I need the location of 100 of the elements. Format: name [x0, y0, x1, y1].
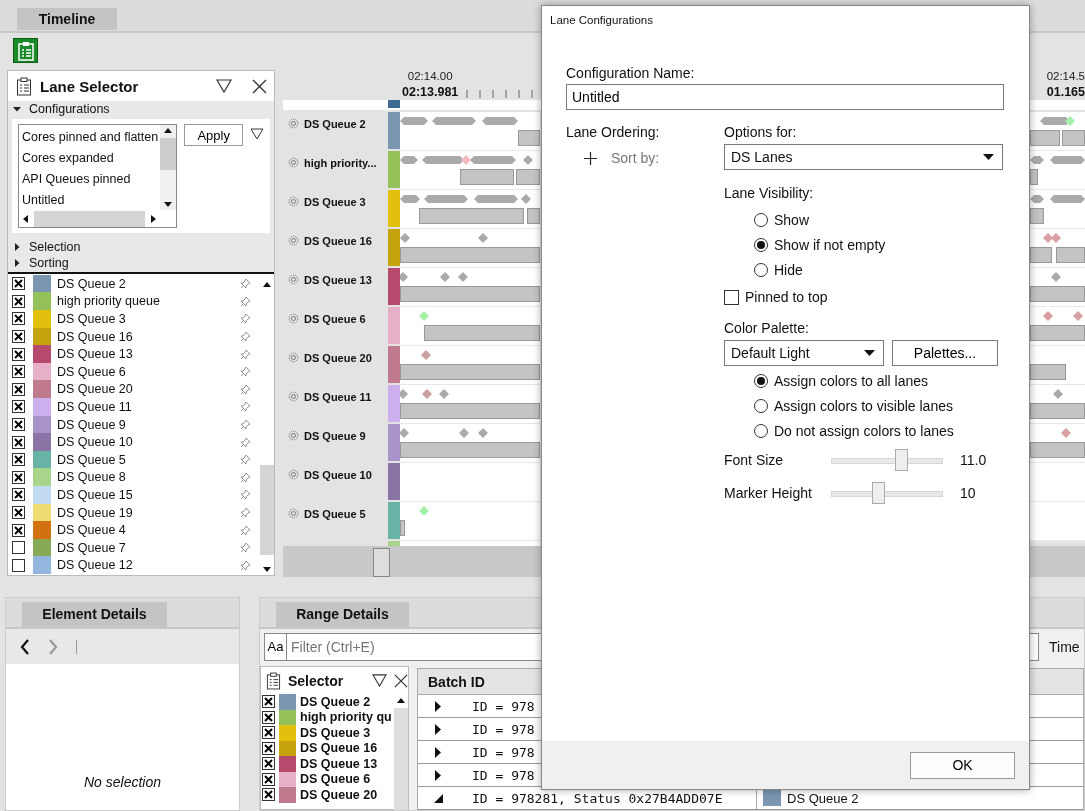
lane-label[interactable]: DS Queue 6: [304, 312, 366, 325]
pin-icon[interactable]: [240, 507, 251, 518]
pin-icon[interactable]: [240, 366, 251, 378]
add-icon[interactable]: [584, 151, 597, 165]
radio-option[interactable]: Do not assign colors to lanes: [754, 418, 1004, 443]
scrollbar[interactable]: [160, 125, 177, 210]
lane-name[interactable]: DS Queue 19: [57, 505, 240, 520]
lane-name[interactable]: DS Queue 4: [57, 523, 240, 538]
filter-icon[interactable]: [372, 674, 387, 687]
lane-checkbox[interactable]: [12, 382, 25, 396]
lane-label[interactable]: DS Queue 10: [304, 468, 372, 481]
lane-checkbox[interactable]: [12, 365, 25, 379]
slider-thumb[interactable]: [895, 448, 909, 471]
scroll-left-icon[interactable]: [23, 214, 28, 223]
lane-name[interactable]: DS Queue 10: [57, 435, 240, 450]
lane-checkbox[interactable]: [12, 523, 25, 537]
pin-icon[interactable]: [240, 542, 251, 554]
configuration-item[interactable]: Cores pinned and flatten: [22, 127, 161, 148]
lane-name[interactable]: DS Queue 11: [57, 399, 240, 414]
lane-name[interactable]: high priority queue: [57, 294, 240, 309]
radio-option[interactable]: Show: [754, 207, 1004, 232]
lane-name[interactable]: DS Queue 13: [300, 756, 378, 771]
lane-checkbox[interactable]: [12, 312, 25, 326]
close-icon[interactable]: [252, 78, 267, 94]
lane-checkbox[interactable]: [262, 695, 275, 709]
lane-checkbox[interactable]: [12, 558, 25, 572]
lane-label[interactable]: DS Queue 3: [304, 195, 366, 208]
caret-icon[interactable]: [983, 154, 994, 160]
lane-name[interactable]: DS Queue 3: [300, 725, 371, 740]
configuration-item[interactable]: API Queues pinned: [22, 169, 161, 190]
lane-name[interactable]: DS Queue 16: [57, 329, 240, 344]
scroll-right-icon[interactable]: [151, 214, 157, 223]
apply-button[interactable]: Apply: [184, 124, 244, 146]
lane-name[interactable]: DS Queue 9: [57, 417, 240, 432]
configuration-item[interactable]: Untitled: [22, 190, 161, 210]
scroll-up-icon[interactable]: [263, 282, 271, 287]
lane-name[interactable]: DS Queue 6: [300, 772, 371, 787]
pin-icon[interactable]: [240, 454, 251, 466]
pin-icon[interactable]: [240, 471, 251, 483]
lane-checkbox[interactable]: [12, 453, 25, 467]
pin-icon[interactable]: [240, 559, 251, 571]
pin-icon[interactable]: [240, 489, 251, 501]
range-details-tab[interactable]: Range Details: [276, 602, 409, 627]
pin-icon[interactable]: [240, 348, 251, 360]
lane-name[interactable]: high priority qu: [300, 710, 392, 725]
palette-dropdown[interactable]: Default Light: [724, 340, 884, 366]
pin-icon[interactable]: [240, 383, 251, 395]
lane-name[interactable]: DS Queue 8: [57, 470, 240, 485]
configuration-item[interactable]: Cores expanded: [22, 148, 161, 169]
radio-option[interactable]: Hide: [754, 257, 1004, 282]
lane-checkbox[interactable]: [12, 470, 25, 484]
lane-label[interactable]: DS Queue 20: [304, 351, 372, 364]
back-icon[interactable]: [20, 638, 30, 655]
lane-checkbox[interactable]: [12, 506, 25, 519]
palettes-button[interactable]: Palettes...: [892, 340, 998, 366]
lane-name[interactable]: DS Queue 13: [57, 347, 240, 362]
lane-checkbox[interactable]: [12, 488, 25, 502]
section-expander[interactable]: Configurations: [8, 101, 274, 117]
lane-label[interactable]: DS Queue 2: [304, 117, 366, 130]
lane-name[interactable]: DS Queue 12: [57, 558, 240, 573]
lane-name[interactable]: DS Queue 20: [57, 382, 240, 397]
lane-name[interactable]: DS Queue 16: [300, 741, 378, 756]
scroll-down-icon[interactable]: [263, 567, 271, 572]
lane-checkbox[interactable]: [262, 710, 275, 724]
lane-checkbox[interactable]: [262, 757, 275, 771]
lane-checkbox[interactable]: [12, 541, 25, 555]
close-icon[interactable]: [394, 673, 408, 688]
expand-icon[interactable]: [434, 769, 443, 781]
lane-name[interactable]: DS Queue 6: [57, 364, 240, 379]
pinned-checkbox[interactable]: Pinned to top: [724, 287, 1004, 307]
lane-checkbox[interactable]: [12, 277, 25, 291]
lane-label[interactable]: DS Queue 5: [304, 507, 366, 520]
lane-name[interactable]: DS Queue 2: [300, 694, 371, 709]
lane-label[interactable]: DS Queue 13: [304, 273, 372, 286]
expand-icon[interactable]: [434, 700, 443, 712]
lane-checkbox[interactable]: [12, 400, 25, 414]
lane-name[interactable]: DS Queue 2: [57, 276, 240, 291]
lane-checkbox[interactable]: [262, 726, 275, 740]
radio-option[interactable]: Show if not empty: [754, 232, 1004, 257]
lane-name[interactable]: DS Queue 15: [57, 487, 240, 502]
lane-name[interactable]: DS Queue 20: [300, 787, 378, 802]
lane-checkbox[interactable]: [262, 772, 275, 786]
lane-checkbox[interactable]: [12, 330, 25, 344]
match-case-toggle[interactable]: Aa: [264, 632, 287, 661]
filter-icon[interactable]: [216, 79, 232, 93]
lane-label[interactable]: DS Queue 11: [304, 390, 372, 403]
caret-icon[interactable]: [864, 350, 875, 356]
caret-icon[interactable]: [13, 105, 21, 113]
pin-icon[interactable]: [240, 524, 251, 536]
radio-option[interactable]: Assign colors to all lanes: [754, 368, 1004, 393]
pin-icon[interactable]: [240, 278, 251, 290]
lane-checkbox[interactable]: [12, 294, 25, 308]
expand-icon[interactable]: [434, 746, 443, 758]
collapse-icon[interactable]: [434, 793, 443, 803]
lane-label[interactable]: DS Queue 9: [304, 429, 366, 442]
options-for-dropdown[interactable]: DS Lanes: [724, 144, 1003, 170]
pin-icon[interactable]: [240, 331, 251, 343]
radio-option[interactable]: Assign colors to visible lanes: [754, 393, 1004, 418]
lane-checkbox[interactable]: [262, 741, 275, 755]
lane-checkbox[interactable]: [262, 788, 275, 802]
